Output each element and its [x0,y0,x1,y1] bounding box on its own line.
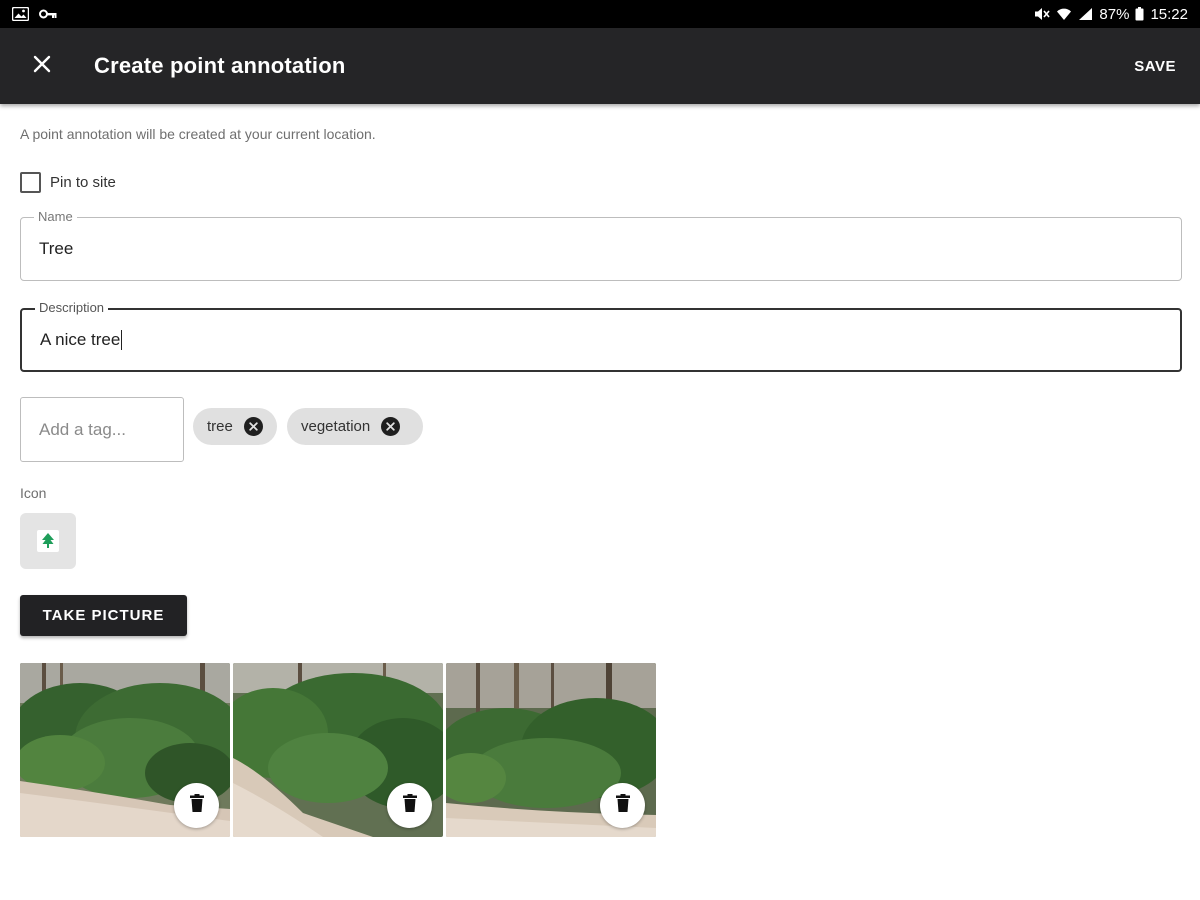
remove-tag-icon[interactable] [381,417,401,436]
description-field[interactable]: Description A nice tree [20,300,1182,372]
photo-gallery [20,663,656,837]
tag-chip-vegetation[interactable]: vegetation [287,408,423,445]
tag-input[interactable]: Add a tag... [20,397,184,462]
delete-photo-button[interactable] [387,783,432,828]
close-icon [33,55,51,78]
save-button[interactable]: SAVE [1132,50,1178,83]
status-left-icons [12,7,57,21]
tag-chip-label: vegetation [301,418,371,435]
name-value: Tree [39,239,74,258]
photo-thumbnail[interactable] [233,663,443,837]
remove-tag-icon[interactable] [243,417,263,436]
icon-label: Icon [20,485,47,501]
wifi-icon [1056,7,1072,21]
name-input[interactable]: Tree [39,218,73,280]
signal-icon [1078,7,1093,21]
clock: 15:22 [1150,5,1188,23]
name-field[interactable]: Name Tree [20,209,1182,281]
status-right: 87% 15:22 [1034,6,1188,23]
battery-percent: 87% [1099,5,1130,23]
photo-thumbnail[interactable] [446,663,656,837]
text-caret [121,330,123,350]
close-button[interactable] [20,44,64,88]
take-picture-button[interactable]: TAKE PICTURE [20,595,187,636]
tag-chip-tree[interactable]: tree [193,408,277,445]
battery-icon [1135,7,1144,21]
tag-chip-label: tree [207,418,233,435]
location-hint: A point annotation will be created at yo… [20,126,376,142]
trash-icon [615,794,630,817]
icon-picker-button[interactable] [20,513,76,569]
pin-to-site-row: Pin to site [20,172,116,193]
tree-icon [37,530,59,552]
mute-icon [1034,7,1051,21]
status-bar: 87% 15:22 [0,0,1200,28]
trash-icon [189,794,204,817]
app-bar: Create point annotation SAVE [0,28,1200,104]
pin-to-site-checkbox[interactable] [20,172,41,193]
pin-to-site-label: Pin to site [50,174,116,191]
delete-photo-button[interactable] [174,783,219,828]
description-value: A nice tree [40,330,121,349]
image-icon [12,7,29,21]
trash-icon [402,794,417,817]
photo-thumbnail[interactable] [20,663,230,837]
page-title: Create point annotation [94,53,346,78]
description-input[interactable]: A nice tree [40,310,123,370]
key-icon [39,8,57,20]
delete-photo-button[interactable] [600,783,645,828]
